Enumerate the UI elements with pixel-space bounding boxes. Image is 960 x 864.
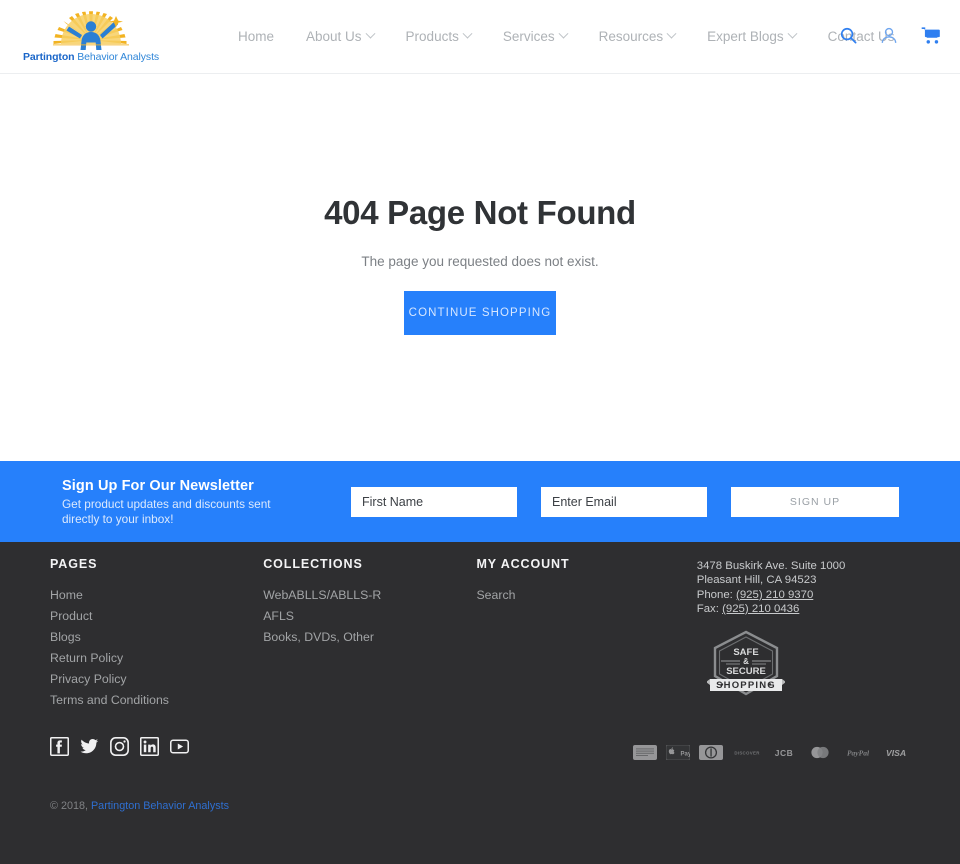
copyright-brand-link[interactable]: Partington Behavior Analysts (91, 800, 229, 812)
badge-ribbon: SHOPPING (716, 680, 776, 691)
address-line-1: 3478 Buskirk Ave. Suite 1000 (696, 560, 846, 572)
error-subtext: The page you requested does not exist. (361, 254, 599, 269)
logo-word-bold: Partington (22, 51, 75, 63)
safe-secure-shopping-badge: SAFE & SECURE SHOPPING (705, 629, 786, 701)
footer-heading-my-account: MY ACCOUNT (476, 557, 570, 571)
footer-link-return-policy[interactable]: Return Policy (50, 648, 263, 669)
newsletter-title: Sign Up For Our Newsletter (62, 478, 254, 494)
svg-text:Pay: Pay (681, 752, 691, 758)
chevron-down-icon (787, 28, 798, 39)
footer-column-pages: PAGES Home Product Blogs Return Policy P… (50, 557, 263, 711)
footer-link-product[interactable]: Product (50, 606, 263, 627)
nav-item-services[interactable]: Services (487, 23, 583, 50)
mastercard-icon (806, 745, 834, 760)
american-express-icon (633, 745, 657, 760)
footer-columns: PAGES Home Product Blogs Return Policy P… (50, 542, 910, 711)
linkedin-icon[interactable] (140, 737, 159, 756)
nav-item-resources[interactable]: Resources (583, 23, 692, 50)
logo-word-rest: Behavior Analysts (74, 51, 160, 63)
svg-text:VISA: VISA (886, 748, 906, 758)
site-footer: PAGES Home Product Blogs Return Policy P… (0, 542, 960, 864)
nav-item-home[interactable]: Home (222, 23, 290, 50)
cart-icon[interactable] (921, 26, 940, 46)
fax-line: Fax: (925) 210 0436 (697, 602, 910, 616)
diners-club-icon (699, 745, 723, 760)
site-header: Partington Behavior Analysts Home About … (0, 0, 960, 74)
footer-link-afls[interactable]: AFLS (263, 606, 476, 627)
account-icon[interactable] (880, 26, 899, 46)
copyright-line: © 2018, Partington Behavior Analysts (50, 800, 229, 812)
footer-heading-pages: PAGES (50, 557, 98, 571)
nav-item-expert-blogs[interactable]: Expert Blogs (691, 23, 812, 50)
first-name-input[interactable] (351, 486, 517, 517)
svg-text:PayPal: PayPal (847, 748, 870, 757)
fax-link[interactable]: (925) 210 0436 (722, 603, 799, 615)
footer-link-privacy-policy[interactable]: Privacy Policy (50, 669, 263, 690)
payment-methods: Pay DISCOVER JCB PayPal VISA (633, 744, 910, 761)
footer-heading-collections: COLLECTIONS (263, 557, 363, 571)
apple-pay-icon: Pay (665, 744, 692, 761)
nav-item-about-us[interactable]: About Us (290, 23, 390, 50)
phone-label: Phone: (696, 588, 737, 601)
footer-link-blogs[interactable]: Blogs (50, 627, 263, 648)
newsletter-signup-button[interactable]: SIGN UP (731, 486, 899, 517)
footer-column-my-account: MY ACCOUNT Search (476, 557, 680, 711)
badge-ampersand: & (743, 657, 749, 666)
sunburst-person-logo (53, 11, 129, 50)
badge-line2: SECURE (726, 666, 766, 677)
newsletter-subtitle-line2: directly to your inbox! (62, 512, 174, 526)
footer-link-terms-and-conditions[interactable]: Terms and Conditions (50, 690, 263, 711)
footer-link-webablls[interactable]: WebABLLS/ABLLS-R (263, 585, 476, 606)
logo-wordmark: Partington Behavior Analysts (23, 51, 159, 63)
newsletter-form: SIGN UP (351, 486, 899, 517)
twitter-icon[interactable] (80, 737, 99, 756)
chevron-down-icon (462, 28, 473, 39)
footer-link-search[interactable]: Search (476, 585, 680, 606)
chevron-down-icon (666, 28, 677, 39)
newsletter-signup-section: Sign Up For Our Newsletter Get product u… (0, 461, 960, 542)
nav-label: Services (502, 29, 555, 44)
chevron-down-icon (558, 28, 569, 39)
nav-label: Products (405, 29, 459, 44)
footer-link-books-dvds-other[interactable]: Books, DVDs, Other (263, 627, 476, 648)
error-404-main: 404 Page Not Found The page you requeste… (0, 74, 960, 461)
youtube-icon[interactable] (170, 737, 189, 756)
visa-icon: VISA (882, 745, 910, 760)
email-input[interactable] (541, 486, 707, 517)
continue-shopping-button[interactable]: CONTINUE SHOPPING (404, 291, 556, 335)
phone-link[interactable]: (925) 210 9370 (736, 589, 813, 601)
phone-line: Phone: (925) 210 9370 (697, 588, 910, 602)
main-navigation: Home About Us Products Services Resource… (222, 23, 910, 50)
footer-column-collections: COLLECTIONS WebABLLS/ABLLS-R AFLS Books,… (263, 557, 476, 711)
footer-column-contact: 3478 Buskirk Ave. Suite 1000 Pleasant Hi… (681, 557, 910, 711)
facebook-icon[interactable] (50, 737, 69, 756)
svg-text:JCB: JCB (775, 748, 794, 758)
nav-label: Expert Blogs (707, 29, 784, 44)
discover-icon: DISCOVER (732, 745, 762, 760)
copyright-text: © 2018, (50, 800, 91, 812)
nav-label: About Us (306, 29, 362, 44)
chevron-down-icon (365, 28, 375, 39)
footer-bottom-row: Pay DISCOVER JCB PayPal VISA (50, 737, 910, 761)
fax-label: Fax: (696, 602, 723, 615)
newsletter-copy: Sign Up For Our Newsletter Get product u… (62, 476, 347, 527)
page-title: 404 Page Not Found (324, 194, 636, 231)
social-links (50, 737, 189, 756)
newsletter-subtitle-line1: Get product updates and discounts sent (62, 497, 271, 511)
svg-text:DISCOVER: DISCOVER (734, 751, 760, 756)
site-logo[interactable]: Partington Behavior Analysts (23, 6, 159, 68)
search-icon[interactable] (839, 26, 858, 46)
address-line-2: Pleasant Hill, CA 94523 (696, 574, 817, 587)
nav-label: Resources (598, 29, 664, 44)
footer-link-home[interactable]: Home (50, 585, 263, 606)
header-icon-group (839, 26, 940, 46)
nav-item-products[interactable]: Products (390, 23, 487, 50)
nav-label: Home (238, 29, 275, 44)
jcb-icon: JCB (771, 745, 797, 760)
instagram-icon[interactable] (110, 737, 129, 756)
paypal-icon: PayPal (843, 745, 873, 760)
